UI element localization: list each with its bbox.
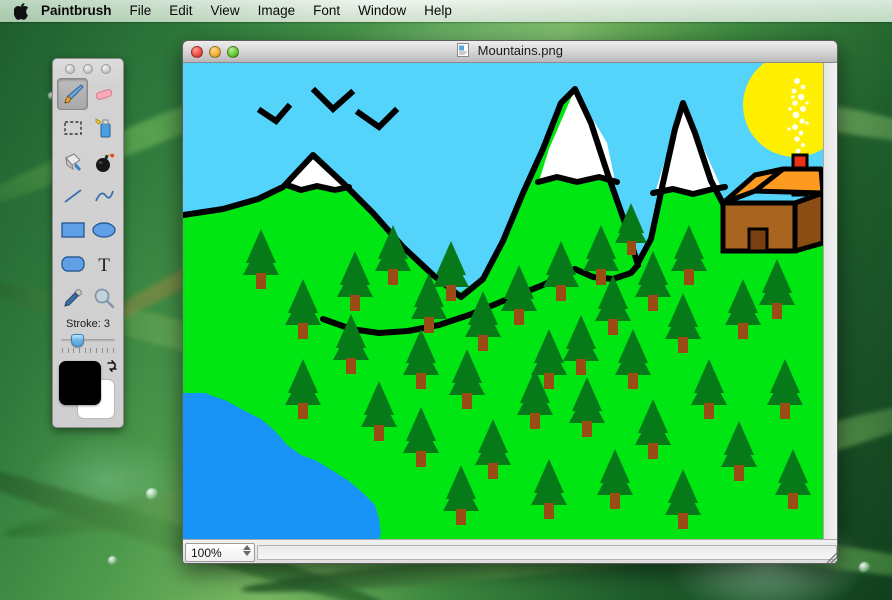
tool-grid: T [53, 75, 123, 314]
tool-rectangle[interactable] [57, 214, 88, 246]
zoom-decrease-arrow[interactable] [243, 551, 251, 556]
close-button[interactable] [191, 45, 203, 58]
color-swatches [59, 359, 119, 423]
menubar: Paintbrush File Edit View Image Font Win… [0, 0, 892, 22]
ellipse-icon [91, 222, 116, 238]
menu-item-font[interactable]: Font [304, 0, 349, 22]
rectangle-icon [60, 222, 85, 238]
eyedropper-icon [63, 289, 82, 307]
curve-icon [94, 190, 114, 202]
door [747, 227, 769, 253]
png-document-icon [457, 42, 470, 64]
menu-item-edit[interactable]: Edit [160, 0, 201, 22]
svg-text:T: T [98, 255, 110, 275]
menu-item-window[interactable]: Window [349, 0, 415, 22]
palette-dot-2[interactable] [83, 63, 93, 74]
traffic-lights [183, 45, 239, 58]
zoom-increase-arrow[interactable] [243, 545, 251, 550]
resize-grip-icon[interactable] [823, 549, 837, 563]
water-droplet [146, 488, 158, 500]
paintbrush-icon [63, 84, 84, 104]
artwork-svg [183, 63, 823, 539]
tool-bomb[interactable] [88, 146, 119, 178]
tool-paintbrush[interactable] [57, 78, 88, 110]
line-icon [63, 189, 82, 203]
tool-magnifier[interactable] [88, 282, 119, 314]
minimize-button[interactable] [209, 45, 221, 58]
window-statusbar: 100% [183, 539, 837, 563]
window-title: Mountains.png [183, 41, 837, 64]
tool-paint-bucket[interactable] [57, 146, 88, 178]
text-icon: T [98, 255, 110, 275]
menu-app-name[interactable]: Paintbrush [39, 0, 121, 22]
window-titlebar[interactable]: Mountains.png [183, 41, 837, 63]
palette-window-controls [53, 59, 123, 75]
tool-text[interactable]: T [88, 248, 119, 280]
rectangular-selection-icon [63, 121, 82, 135]
palette-dot-1[interactable] [65, 63, 75, 74]
tool-spray-can[interactable] [88, 112, 119, 144]
paint-bucket-icon [64, 153, 81, 171]
zoom-value: 100% [191, 545, 222, 560]
bomb-icon [95, 153, 114, 172]
menu-item-file[interactable]: File [121, 0, 161, 22]
apple-logo-icon[interactable] [14, 2, 29, 20]
window-title-text: Mountains.png [477, 42, 563, 58]
tool-eraser[interactable] [88, 78, 119, 110]
eraser-icon [95, 89, 112, 100]
magnifier-icon [94, 288, 114, 309]
stroke-label: Stroke: 3 [65, 318, 111, 330]
painting-canvas[interactable] [183, 63, 823, 539]
zoom-stepper-arrows[interactable] [243, 545, 251, 556]
stroke-control: Stroke: 3 [53, 314, 123, 353]
rounded-rectangle-icon [60, 256, 85, 272]
tool-ellipse[interactable] [88, 214, 119, 246]
canvas-area: 100% [183, 63, 837, 563]
menu-item-image[interactable]: Image [249, 0, 305, 22]
tool-rect-select[interactable] [57, 112, 88, 144]
stroke-slider-ticks [59, 348, 117, 353]
tool-line[interactable] [57, 180, 88, 212]
stroke-slider[interactable] [59, 333, 117, 347]
menu-item-help[interactable]: Help [415, 0, 461, 22]
stroke-slider-knob[interactable] [71, 334, 84, 347]
wall-side [792, 190, 823, 254]
spray-can-icon [95, 118, 110, 138]
foreground-color-swatch[interactable] [59, 361, 101, 405]
vertical-scrollbar[interactable] [823, 63, 837, 539]
tool-eyedropper[interactable] [57, 282, 88, 314]
document-window: Mountains.png 100% [182, 40, 838, 564]
tool-rounded-rectangle[interactable] [57, 248, 88, 280]
swap-colors-icon[interactable] [105, 359, 119, 373]
zoom-button[interactable] [227, 45, 239, 58]
stroke-slider-track [61, 339, 115, 342]
menu-item-view[interactable]: View [202, 0, 249, 22]
tool-palette: T Stroke: 3 [52, 58, 124, 428]
palette-dot-3[interactable] [101, 63, 111, 74]
tool-curve[interactable] [88, 180, 119, 212]
zoom-stepper[interactable]: 100% [185, 543, 255, 562]
water-droplet [108, 556, 117, 565]
water-droplet [859, 562, 870, 573]
horizontal-scrollbar[interactable] [257, 545, 837, 560]
